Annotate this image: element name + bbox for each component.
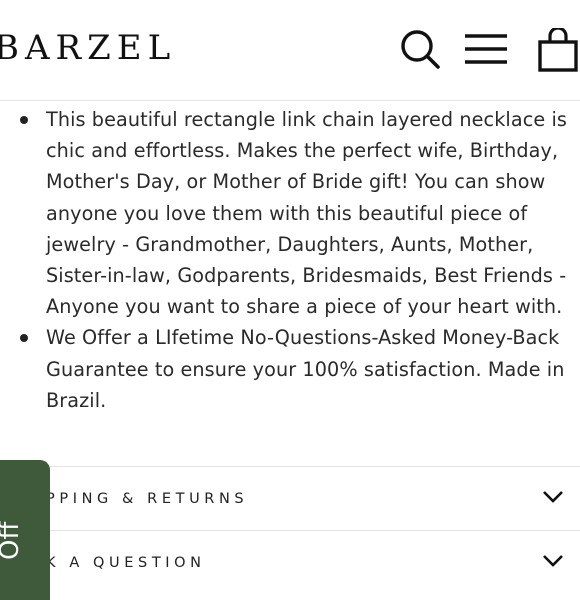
accordion-label: K A QUESTION	[46, 555, 206, 571]
cart-icon[interactable]	[536, 28, 580, 74]
discount-tab-label: Off	[0, 521, 25, 560]
chevron-down-icon[interactable]	[542, 553, 564, 572]
description-text: This beautiful rectangle link chain laye…	[46, 108, 567, 319]
product-description-list: This beautiful rectangle link chain laye…	[0, 104, 580, 416]
accordion-ask-question[interactable]: K A QUESTION	[0, 530, 580, 595]
description-item: This beautiful rectangle link chain laye…	[0, 104, 580, 322]
description-text: We Offer a LIfetime No-Questions-Asked M…	[46, 326, 565, 412]
description-item: We Offer a LIfetime No-Questions-Asked M…	[0, 322, 580, 416]
menu-icon[interactable]	[462, 28, 510, 72]
discount-popup-tab[interactable]: Off	[0, 460, 50, 600]
accordion-shipping-returns[interactable]: PPING & RETURNS	[0, 466, 580, 531]
bullet-icon	[20, 116, 28, 124]
brand-logo[interactable]: BARZEL	[0, 26, 176, 70]
search-icon[interactable]	[398, 28, 442, 72]
bullet-icon	[20, 334, 28, 343]
chevron-down-icon[interactable]	[542, 489, 564, 508]
accordion-label: PPING & RETURNS	[46, 491, 249, 507]
site-header: BARZEL	[0, 0, 580, 101]
